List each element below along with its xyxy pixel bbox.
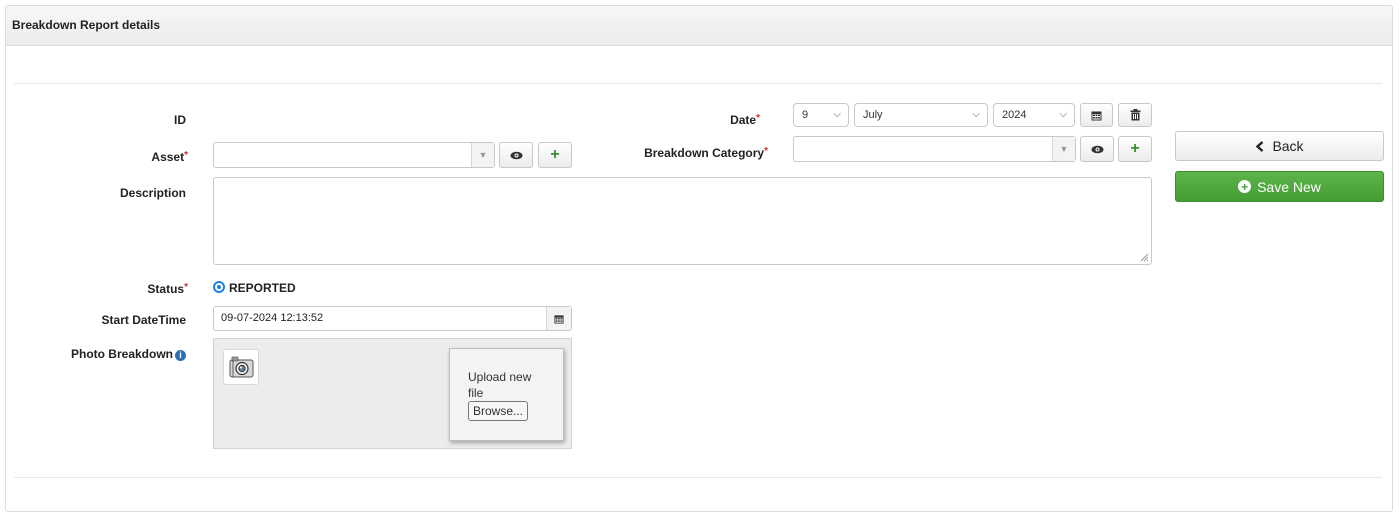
date-year-select[interactable]: 2024 ⌵	[993, 103, 1075, 127]
plus-icon: +	[1130, 140, 1140, 157]
plus-circle-icon: +	[1238, 180, 1252, 193]
caret-down-icon[interactable]: ▼	[471, 143, 494, 167]
date-label: Date*	[730, 113, 760, 127]
date-month-select[interactable]: July ⌵	[854, 103, 988, 127]
caret-down-icon[interactable]: ▼	[1052, 137, 1075, 161]
info-icon[interactable]: i	[175, 349, 186, 361]
date-day-value: 9	[802, 109, 809, 121]
photo-upload-area[interactable]: Upload new file Browse...	[213, 338, 572, 449]
calendar-icon	[1091, 111, 1102, 120]
id-label: ID	[174, 113, 186, 127]
divider-bottom	[14, 477, 1382, 478]
status-reported-label[interactable]: REPORTED	[229, 281, 296, 295]
start-datetime-label: Start DateTime	[101, 313, 186, 327]
upload-text-line1: Upload new	[468, 370, 532, 384]
photo-thumbnail[interactable]	[223, 349, 259, 385]
asset-view-button[interactable]	[499, 142, 533, 168]
asset-add-button[interactable]: +	[538, 142, 572, 168]
save-new-button-label: Save New	[1257, 178, 1321, 195]
description-label: Description	[119, 186, 186, 200]
browse-button[interactable]: Browse...	[468, 401, 529, 421]
photo-breakdown-label: Photo Breakdown i	[40, 347, 186, 361]
date-year-value: 2024	[1002, 109, 1027, 121]
status-label: Status*	[147, 282, 188, 296]
date-clear-button[interactable]	[1118, 103, 1152, 127]
panel-title: Breakdown Report details	[6, 6, 1392, 46]
resize-handle-icon[interactable]	[1140, 253, 1149, 262]
eye-icon	[510, 151, 522, 159]
calendar-icon	[554, 314, 564, 324]
chevron-down-icon: ⌵	[833, 109, 841, 120]
start-datetime-value: 09-07-2024 12:13:52	[221, 312, 324, 324]
divider-top	[14, 83, 1382, 84]
chevron-down-icon: ⌵	[972, 109, 980, 120]
date-calendar-button[interactable]	[1080, 103, 1113, 127]
chevron-down-icon: ⌵	[1059, 109, 1067, 120]
back-button-label: Back	[1272, 138, 1304, 154]
trash-icon	[1130, 109, 1140, 121]
start-datetime-calendar-button[interactable]	[546, 307, 571, 330]
eye-icon	[1091, 145, 1103, 153]
status-reported-radio[interactable]	[213, 281, 225, 293]
upload-text-line2: file	[468, 386, 484, 400]
description-textarea[interactable]	[213, 177, 1152, 265]
category-select[interactable]: ▼	[793, 136, 1076, 162]
category-label: Breakdown Category*	[644, 146, 768, 160]
start-datetime-input[interactable]: 09-07-2024 12:13:52	[213, 306, 572, 331]
asset-label: Asset*	[151, 150, 188, 164]
date-day-select[interactable]: 9 ⌵	[793, 103, 849, 127]
chevron-left-icon	[1256, 140, 1264, 152]
category-add-button[interactable]: +	[1118, 136, 1152, 162]
asset-select[interactable]: ▼	[213, 142, 495, 168]
camera-icon	[229, 356, 254, 378]
category-view-button[interactable]	[1080, 136, 1114, 162]
save-new-button[interactable]: + Save New	[1175, 171, 1384, 202]
date-month-value: July	[863, 109, 883, 121]
upload-new-file-card: Upload new file Browse...	[449, 348, 564, 441]
plus-icon: +	[550, 146, 560, 163]
back-button[interactable]: Back	[1175, 131, 1384, 161]
